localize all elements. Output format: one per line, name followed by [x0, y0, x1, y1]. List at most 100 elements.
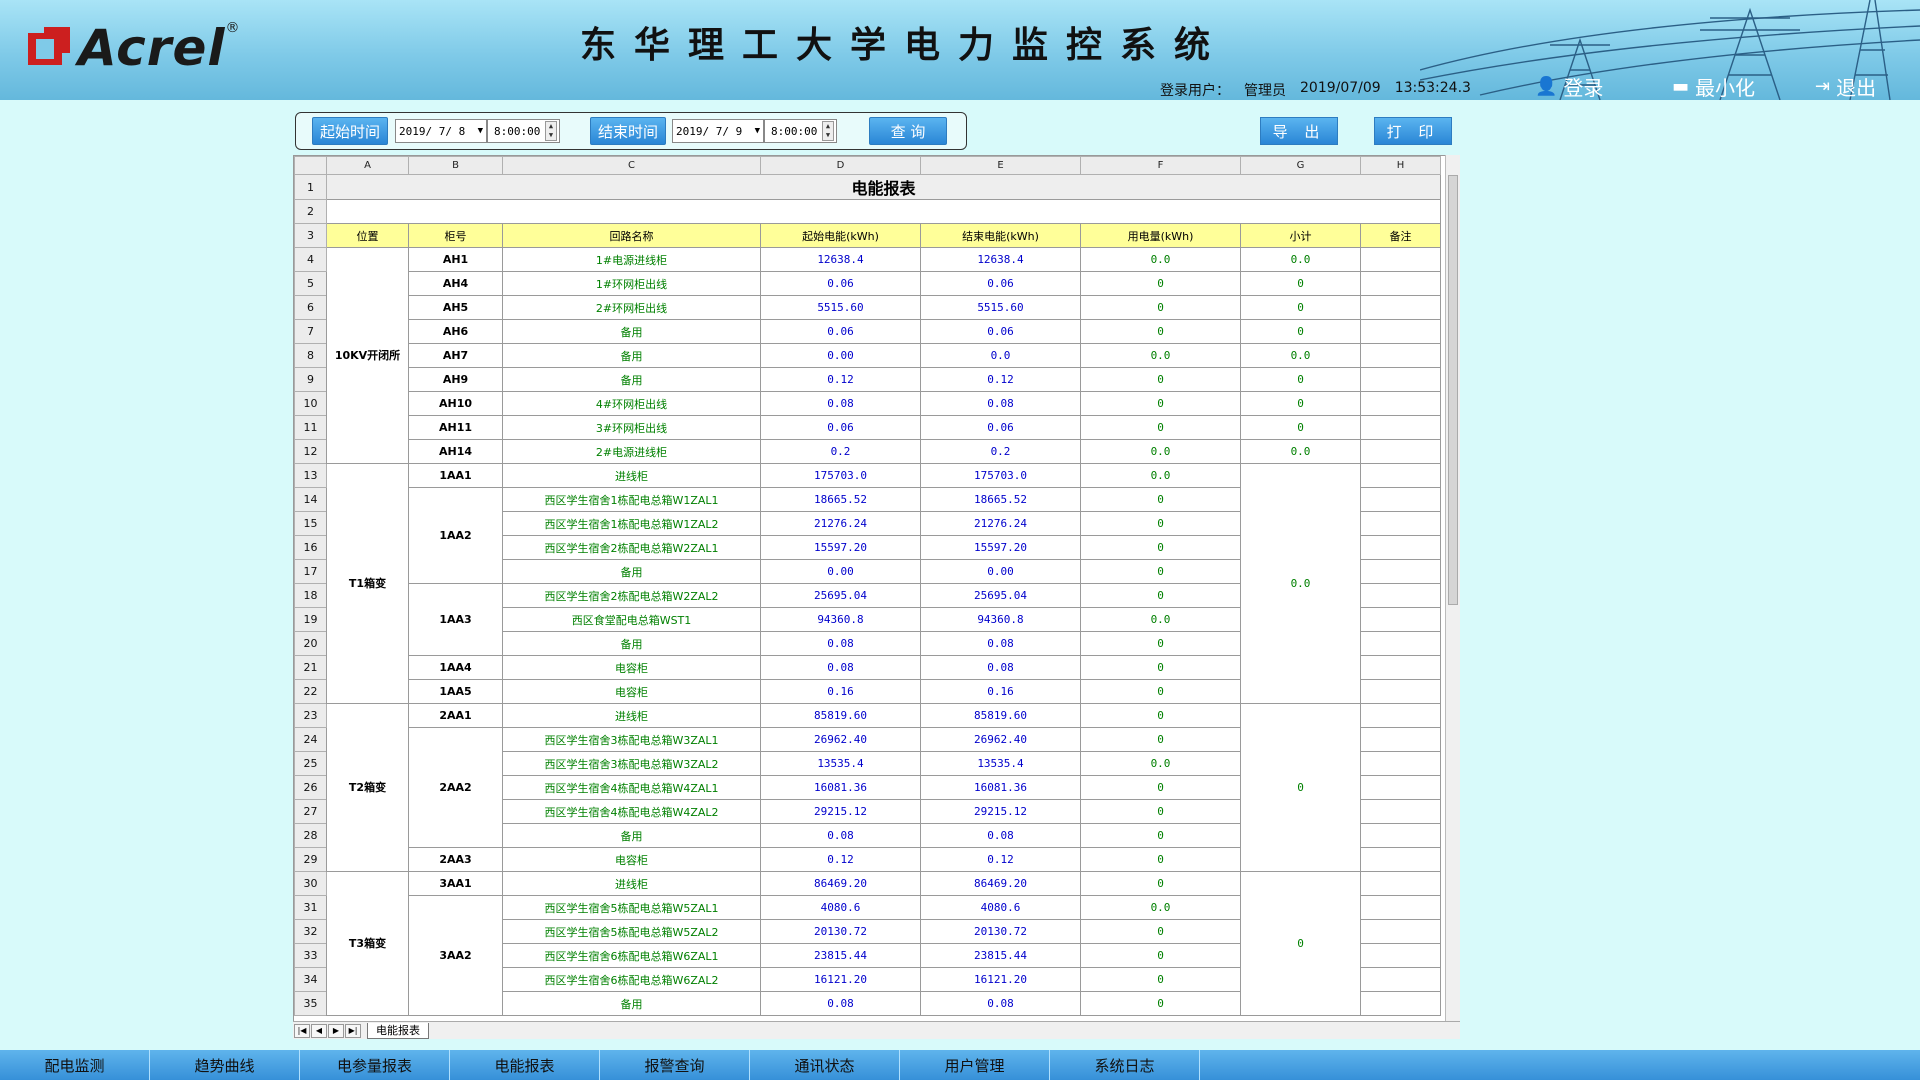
- remark-cell[interactable]: [1360, 943, 1441, 968]
- remark-cell[interactable]: [1360, 511, 1441, 536]
- circuit-name: 进线柜: [502, 871, 761, 896]
- start-energy: 12638.4: [760, 247, 921, 272]
- column-header[interactable]: G: [1240, 156, 1361, 175]
- end-energy: 0.08: [920, 991, 1081, 1016]
- end-date-picker[interactable]: 2019/ 7/ 9 ▼: [672, 119, 764, 143]
- remark-cell[interactable]: [1360, 271, 1441, 296]
- sheet-tab-bar: |◀ ◀ ▶ ▶| 电能报表: [293, 1021, 1460, 1039]
- login-label: 登录: [1563, 76, 1604, 100]
- remark-cell[interactable]: [1360, 607, 1441, 632]
- nav-item[interactable]: 报警查询: [600, 1050, 750, 1080]
- remark-cell[interactable]: [1360, 631, 1441, 656]
- column-header[interactable]: A: [326, 156, 409, 175]
- nav-item[interactable]: 电能报表: [450, 1050, 600, 1080]
- remark-cell[interactable]: [1360, 559, 1441, 584]
- remark-cell[interactable]: [1360, 799, 1441, 824]
- corner-cell[interactable]: [294, 156, 327, 175]
- nav-item[interactable]: 通讯状态: [750, 1050, 900, 1080]
- remark-cell[interactable]: [1360, 439, 1441, 464]
- minimize-button[interactable]: ▬ 最小化: [1672, 72, 1755, 101]
- remark-cell[interactable]: [1360, 919, 1441, 944]
- start-energy: 175703.0: [760, 463, 921, 488]
- chevron-down-icon[interactable]: ▼: [755, 126, 760, 136]
- remark-cell[interactable]: [1360, 463, 1441, 488]
- sheet-tab[interactable]: 电能报表: [367, 1022, 429, 1039]
- search-button[interactable]: 查 询: [869, 117, 947, 145]
- energy-used: 0: [1080, 367, 1241, 392]
- column-header[interactable]: B: [408, 156, 503, 175]
- remark-cell[interactable]: [1360, 895, 1441, 920]
- nav-item[interactable]: 系统日志: [1050, 1050, 1200, 1080]
- end-time-value: 8:00:00: [771, 124, 818, 138]
- blank-cell[interactable]: [326, 199, 1441, 224]
- remark-cell[interactable]: [1360, 871, 1441, 896]
- row-number: 13: [294, 463, 327, 488]
- minimize-icon: ▬: [1672, 76, 1690, 97]
- prev-sheet-icon[interactable]: ◀: [311, 1023, 327, 1038]
- row-number: 27: [294, 799, 327, 824]
- remark-cell[interactable]: [1360, 847, 1441, 872]
- login-button[interactable]: 👤 登录: [1535, 72, 1603, 101]
- remark-cell[interactable]: [1360, 319, 1441, 344]
- spinner-icon[interactable]: ▲ ▼: [822, 121, 834, 141]
- export-button[interactable]: 导 出: [1260, 117, 1338, 145]
- nav-item[interactable]: 配电监测: [0, 1050, 150, 1080]
- remark-cell[interactable]: [1360, 415, 1441, 440]
- spinner-icon[interactable]: ▲ ▼: [545, 121, 557, 141]
- energy-used: 0.0: [1080, 247, 1241, 272]
- first-sheet-icon[interactable]: |◀: [294, 1023, 310, 1038]
- row-number: 20: [294, 631, 327, 656]
- print-button[interactable]: 打 印: [1374, 117, 1452, 145]
- remark-cell[interactable]: [1360, 583, 1441, 608]
- column-header[interactable]: F: [1080, 156, 1241, 175]
- column-header[interactable]: C: [502, 156, 761, 175]
- scrollbar-thumb[interactable]: [1448, 175, 1458, 605]
- row-number: 8: [294, 343, 327, 368]
- remark-cell[interactable]: [1360, 751, 1441, 776]
- next-sheet-icon[interactable]: ▶: [328, 1023, 344, 1038]
- nav-item[interactable]: 趋势曲线: [150, 1050, 300, 1080]
- end-energy: 0.06: [920, 271, 1081, 296]
- remark-cell[interactable]: [1360, 703, 1441, 728]
- table-row: 7 AH6 备用 0.06 0.06 0 0: [294, 319, 1441, 344]
- remark-cell[interactable]: [1360, 823, 1441, 848]
- column-header[interactable]: H: [1360, 156, 1441, 175]
- start-time-input[interactable]: 8:00:00 ▲ ▼: [487, 119, 560, 143]
- remark-cell[interactable]: [1360, 367, 1441, 392]
- end-energy: 13535.4: [920, 751, 1081, 776]
- remark-cell[interactable]: [1360, 391, 1441, 416]
- last-sheet-icon[interactable]: ▶|: [345, 1023, 361, 1038]
- column-label: 备注: [1360, 223, 1441, 248]
- end-energy: 5515.60: [920, 295, 1081, 320]
- nav-item[interactable]: 用户管理: [900, 1050, 1050, 1080]
- brand-logo: Acrel ®: [26, 18, 240, 78]
- start-date-picker[interactable]: 2019/ 7/ 8 ▼: [395, 119, 487, 143]
- end-energy: 0.00: [920, 559, 1081, 584]
- table-row: 13 T1箱变 1AA1 进线柜 175703.0 175703.0 0.0 0.0: [294, 463, 1441, 704]
- end-time-input[interactable]: 8:00:00 ▲ ▼: [764, 119, 837, 143]
- remark-cell[interactable]: [1360, 343, 1441, 368]
- remark-cell[interactable]: [1360, 967, 1441, 992]
- exit-button[interactable]: ⇥ 退出: [1815, 72, 1876, 101]
- remark-cell[interactable]: [1360, 775, 1441, 800]
- nav-item[interactable]: 电参量报表: [300, 1050, 450, 1080]
- remark-cell[interactable]: [1360, 487, 1441, 512]
- end-energy: 12638.4: [920, 247, 1081, 272]
- remark-cell[interactable]: [1360, 727, 1441, 752]
- remark-cell[interactable]: [1360, 991, 1441, 1016]
- chevron-down-icon[interactable]: ▼: [478, 126, 483, 136]
- vertical-scrollbar[interactable]: [1445, 155, 1460, 1039]
- remark-cell[interactable]: [1360, 295, 1441, 320]
- remark-cell[interactable]: [1360, 535, 1441, 560]
- column-header[interactable]: E: [920, 156, 1081, 175]
- subtotal-cell: 0.0: [1240, 343, 1361, 368]
- circuit-name: 西区学生宿舍3栋配电总箱W3ZAL2: [502, 751, 761, 776]
- energy-used: 0: [1080, 703, 1241, 728]
- remark-cell[interactable]: [1360, 679, 1441, 704]
- acrel-logo-mark-icon: [28, 27, 70, 65]
- remark-cell[interactable]: [1360, 247, 1441, 272]
- start-energy: 0.12: [760, 367, 921, 392]
- start-energy: 0.2: [760, 439, 921, 464]
- remark-cell[interactable]: [1360, 655, 1441, 680]
- column-header[interactable]: D: [760, 156, 921, 175]
